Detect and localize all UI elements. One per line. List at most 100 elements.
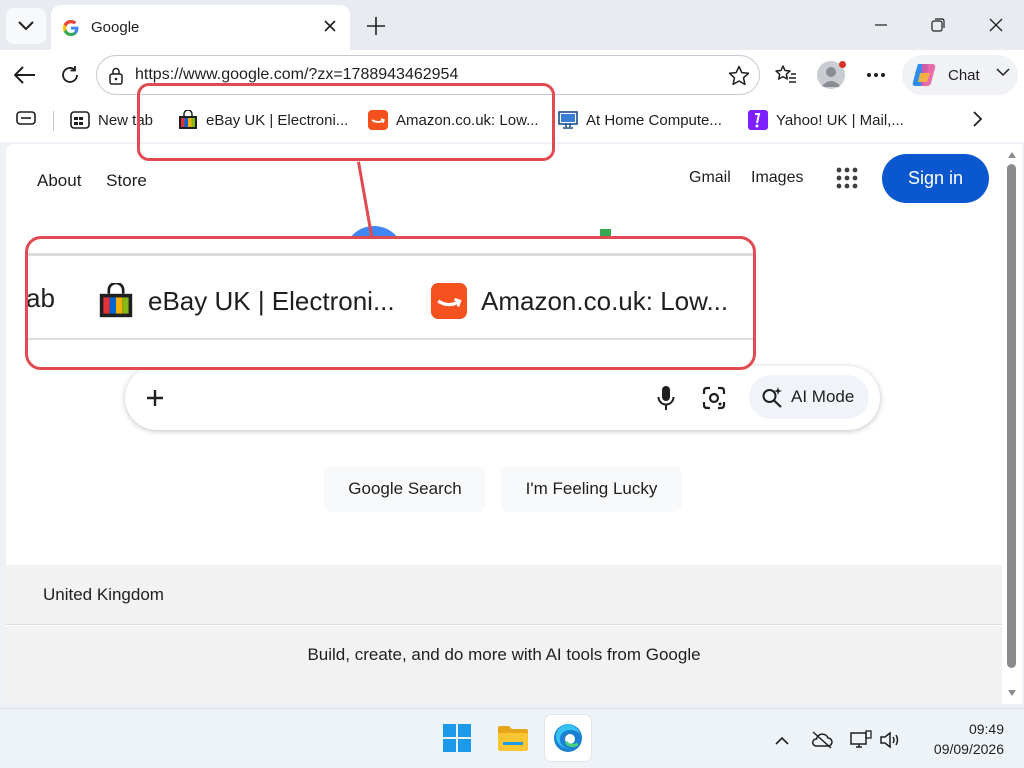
tab-title: Google: [91, 19, 140, 36]
zoom-amazon-item: Amazon.co.uk: Low...: [431, 283, 728, 319]
favorite-at-home-computer[interactable]: At Home Compute...: [558, 110, 722, 130]
windows-taskbar: 09:49 09/09/2026: [0, 708, 1024, 768]
favorite-label: At Home Compute...: [586, 111, 722, 129]
refresh-button[interactable]: [55, 60, 85, 90]
search-box[interactable]: AI Mode: [125, 366, 880, 430]
zoom-ebay-label: eBay UK | Electroni...: [148, 285, 395, 316]
onedrive-status-button[interactable]: [810, 728, 834, 752]
clock-date: 09/09/2026: [933, 741, 1004, 757]
tab-google[interactable]: Google: [51, 5, 350, 50]
feeling-lucky-button[interactable]: I'm Feeling Lucky: [501, 466, 682, 512]
file-explorer-button[interactable]: [490, 715, 536, 761]
favorite-yahoo[interactable]: Yahoo! UK | Mail,...: [748, 110, 904, 130]
site-info-icon[interactable]: [108, 67, 124, 85]
annotation-zoom-callout: ab eBay UK | Electroni... Amazon.co.uk: …: [25, 236, 756, 370]
system-clock[interactable]: 09:49 09/09/2026: [918, 719, 1004, 759]
new-tab-button[interactable]: [362, 12, 390, 40]
copilot-chat-button[interactable]: Chat: [902, 55, 1018, 95]
google-apps-icon[interactable]: [835, 166, 859, 190]
chevron-up-icon: [775, 736, 789, 745]
store-link[interactable]: Store: [106, 171, 147, 190]
restore-icon: [931, 18, 945, 32]
computer-monitor-icon: [558, 110, 578, 130]
favorites-overflow-button[interactable]: [972, 111, 982, 127]
ai-mode-button[interactable]: AI Mode: [749, 375, 869, 419]
minimize-button[interactable]: [866, 10, 896, 40]
plus-icon: [367, 17, 385, 35]
scrollbar-thumb[interactable]: [1007, 164, 1016, 668]
images-link[interactable]: Images: [751, 169, 803, 187]
copilot-icon: [912, 64, 936, 86]
star-icon[interactable]: [727, 64, 751, 88]
tab-actions-icon: [16, 111, 36, 125]
more-horizontal-icon: [867, 73, 885, 77]
chat-label: Chat: [948, 66, 980, 84]
clock-time: 09:49: [968, 721, 1004, 737]
tab-close-button[interactable]: [320, 16, 340, 36]
about-link[interactable]: About: [37, 171, 81, 190]
amazon-icon: [431, 283, 467, 319]
scroll-up-arrow-icon[interactable]: [1007, 150, 1017, 160]
close-icon: [324, 20, 336, 32]
microphone-icon: [657, 386, 675, 410]
favorites-button[interactable]: [773, 62, 799, 88]
google-g-icon: [63, 19, 79, 36]
show-hidden-icons-button[interactable]: [770, 728, 794, 752]
country-label: United Kingdom: [43, 585, 164, 604]
favorites-separator: [53, 111, 54, 131]
voice-search-button[interactable]: [652, 384, 680, 412]
refresh-icon: [62, 66, 78, 83]
settings-more-button[interactable]: [863, 62, 889, 88]
close-icon: [989, 18, 1003, 32]
minimize-icon: [875, 24, 887, 26]
scroll-down-arrow-icon[interactable]: [1007, 688, 1017, 698]
image-search-button[interactable]: [700, 384, 728, 412]
footer-country-bar: United Kingdom: [6, 565, 1002, 625]
ebay-bag-icon: [99, 283, 133, 318]
zoom-divider: [28, 253, 753, 256]
url-text: https://www.google.com/?zx=1788943462954: [135, 66, 459, 83]
zoom-partial-text: ab: [26, 283, 55, 313]
google-search-button[interactable]: Google Search: [324, 466, 486, 512]
page-scrollbar[interactable]: [1002, 144, 1022, 704]
cloud-offline-icon: [812, 731, 833, 749]
zoom-ebay-item: eBay UK | Electroni...: [98, 283, 395, 319]
chevron-down-icon: [18, 21, 34, 31]
favorites-collections-button[interactable]: [16, 110, 36, 126]
ai-tools-promo-link[interactable]: Build, create, and do more with AI tools…: [6, 645, 1002, 665]
footer-promo-bar: Build, create, and do more with AI tools…: [6, 626, 1002, 704]
windows-logo-icon: [443, 724, 471, 752]
add-attachment-button[interactable]: [141, 384, 169, 412]
yahoo-icon: [748, 110, 768, 130]
favorite-label: Yahoo! UK | Mail,...: [776, 111, 904, 129]
speaker-icon: [880, 731, 899, 749]
ai-mode-label: AI Mode: [791, 387, 855, 406]
tab-actions-menu-button[interactable]: [6, 8, 46, 44]
edge-browser-icon: [554, 724, 582, 752]
notification-dot: [839, 61, 846, 68]
google-top-left-links: About Store: [37, 171, 167, 191]
favorites-star-list-icon: [775, 65, 796, 83]
network-status-button[interactable]: [849, 728, 873, 752]
sparkle-search-icon: [762, 387, 782, 408]
close-window-button[interactable]: [981, 10, 1011, 40]
restore-button[interactable]: [923, 10, 953, 40]
zoom-divider: [28, 338, 753, 340]
sign-in-button[interactable]: Sign in: [882, 154, 989, 203]
edge-taskbar-button[interactable]: [545, 715, 591, 761]
tab-strip: Google: [0, 0, 1024, 50]
start-button[interactable]: [434, 715, 480, 761]
folder-icon: [498, 726, 528, 751]
chevron-down-icon: [996, 68, 1010, 77]
page-viewport: About Store Gmail Images Sign in AI Mode…: [6, 144, 1002, 704]
chevron-right-icon: [973, 111, 982, 127]
volume-button[interactable]: [879, 728, 903, 752]
gmail-link[interactable]: Gmail: [689, 169, 731, 187]
new-tab-page-icon: [70, 110, 90, 130]
arrow-left-icon: [14, 66, 35, 84]
annotation-highlight-box: [137, 83, 555, 161]
plus-icon: [147, 390, 163, 406]
back-button[interactable]: [10, 60, 40, 90]
google-lens-icon: [702, 386, 726, 410]
zoom-amazon-label: Amazon.co.uk: Low...: [481, 285, 729, 316]
